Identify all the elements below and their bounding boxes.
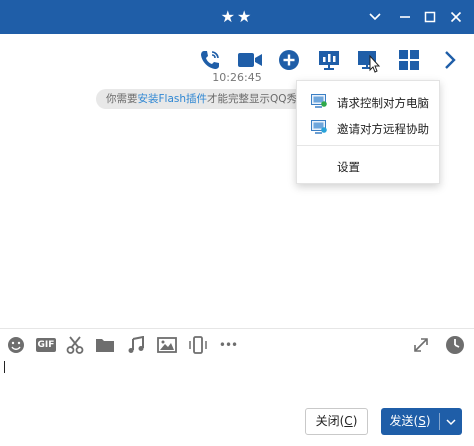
gif-icon[interactable]: GIF [34,334,58,356]
close-button[interactable]: 关闭(C) [305,408,368,435]
request-control-icon [311,94,327,108]
close-button-end: ) [352,414,358,428]
image-icon[interactable] [156,334,178,356]
send-shortcut-key: S [418,414,426,428]
title-bar: ★★ [0,0,474,34]
shake-icon[interactable] [187,334,209,356]
send-button-end: ) [425,414,431,428]
menu-item-label: 设置 [337,160,360,174]
invite-assist-icon [311,120,327,134]
remote-assist-menu: 请求控制对方电脑 邀请对方远程协助 设置 [296,80,440,184]
expand-icon[interactable] [410,334,432,356]
menu-item-label: 邀请对方远程协助 [337,122,429,136]
minimize-icon[interactable] [393,5,417,29]
video-call-icon[interactable] [236,46,264,74]
music-icon[interactable] [125,334,147,356]
text-input-caret[interactable] [4,361,5,373]
menu-separator [297,145,439,146]
menu-item-request-control[interactable]: 请求控制对方电脑 [297,89,439,115]
gif-label: GIF [35,338,57,352]
tip-prefix: 你需要 [106,93,138,105]
close-button-label: 关闭( [315,414,345,428]
send-button-label-wrap: 发送(S) [381,408,439,435]
menu-item-label: 请求控制对方电脑 [337,96,429,110]
chevron-down-icon [446,418,456,425]
send-button-label: 发送( [389,414,419,428]
maximize-icon[interactable] [418,5,442,29]
phone-icon[interactable] [196,46,224,74]
remote-screen-icon[interactable] [355,46,383,74]
menu-item-settings[interactable]: 设置 [297,153,439,179]
apps-grid-icon[interactable] [395,46,423,74]
close-shortcut-key: C [344,414,353,428]
send-button[interactable]: 发送(S) [381,408,462,435]
tip-suffix: 才能完整显示QQ秀 [207,93,298,105]
add-icon[interactable] [275,46,303,74]
input-divider [0,328,474,329]
install-flash-link[interactable]: 安装Flash插件 [138,93,208,105]
emoji-icon[interactable] [5,334,27,356]
menu-item-invite-assist[interactable]: 邀请对方远程协助 [297,115,439,141]
send-options-dropdown[interactable] [440,408,462,435]
chevron-right-icon[interactable] [436,46,464,74]
more-icon[interactable]: ••• [216,334,240,356]
history-clock-icon[interactable] [444,334,466,356]
folder-icon[interactable] [94,334,116,356]
presentation-icon[interactable] [315,46,343,74]
close-icon[interactable] [444,5,468,29]
chevron-down-icon[interactable] [363,5,387,29]
scissors-icon[interactable] [64,334,86,356]
